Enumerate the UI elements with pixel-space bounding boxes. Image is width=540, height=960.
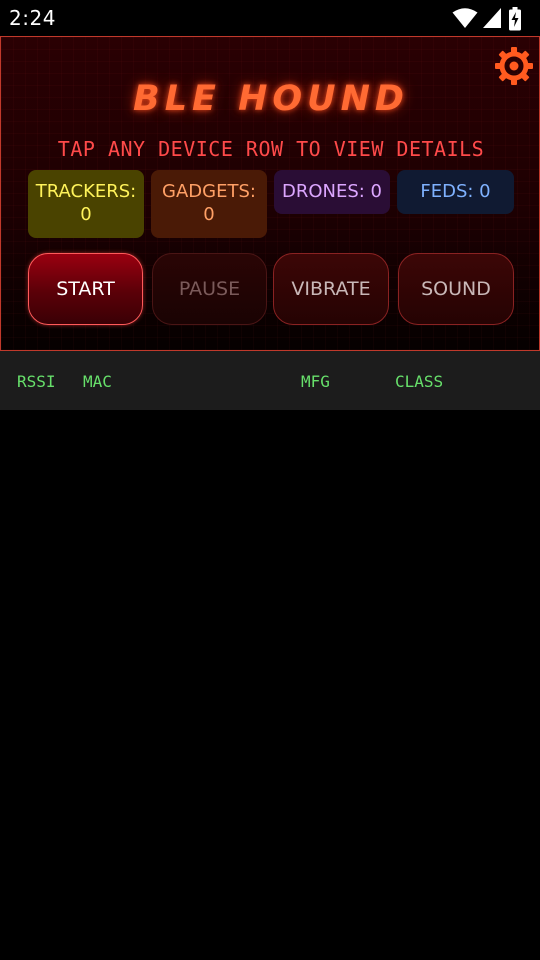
trackers-counter: TRACKERS: 0	[28, 170, 144, 238]
battery-charging-icon	[509, 7, 521, 31]
feds-counter: FEDS: 0	[397, 170, 514, 214]
pause-button[interactable]: PAUSE	[152, 253, 267, 325]
status-bar: 2:24	[0, 0, 540, 36]
instruction-text: TAP ANY DEVICE ROW TO VIEW DETAILS	[57, 137, 485, 161]
gadgets-value: 0	[203, 204, 215, 225]
header-panel: BLE HOUND TAP ANY DEVICE ROW TO VIEW DET…	[0, 36, 540, 351]
trackers-label: TRACKERS:	[35, 181, 137, 202]
drones-counter: DRONES: 0	[274, 170, 390, 214]
gadgets-label: GADGETS:	[162, 181, 256, 202]
device-table-header: RSSI MAC MFG CLASS	[0, 351, 540, 410]
cell-signal-icon	[483, 8, 501, 28]
column-header-rssi[interactable]: RSSI	[17, 372, 56, 391]
status-time: 2:24	[9, 6, 56, 30]
vibrate-button[interactable]: VIBRATE	[273, 253, 389, 325]
column-header-mfg[interactable]: MFG	[301, 372, 330, 391]
column-header-mac[interactable]: MAC	[83, 372, 112, 391]
drones-label: DRONES: 0	[281, 181, 383, 202]
start-button[interactable]: START	[28, 253, 143, 325]
column-header-class[interactable]: CLASS	[395, 372, 443, 391]
app-title: BLE HOUND	[133, 79, 409, 119]
feds-label: FEDS: 0	[420, 181, 491, 202]
gadgets-counter: GADGETS: 0	[151, 170, 267, 238]
app-screen: 2:24 BLE HOUND TAP ANY DEVICE ROW TO VIE…	[0, 0, 540, 960]
status-icons	[452, 7, 532, 31]
sound-button[interactable]: SOUND	[398, 253, 514, 325]
wifi-icon	[452, 8, 478, 28]
device-list[interactable]	[0, 410, 540, 960]
trackers-value: 0	[80, 204, 92, 225]
